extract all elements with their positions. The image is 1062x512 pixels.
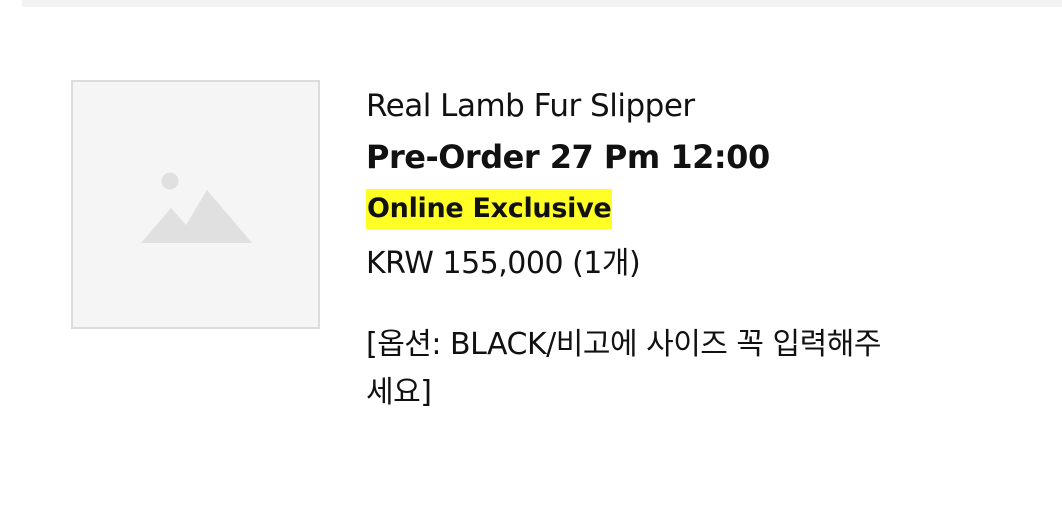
product-option: [옵션: BLACK/비고에 사이즈 꼭 입력해주 세요] [366,321,946,417]
preorder-label: Pre-Order 27 Pm 12:00 [366,138,770,176]
product-info: Real Lamb Fur Slipper Pre-Order 27 Pm 12… [366,86,966,417]
top-divider-bar [22,0,1062,7]
product-thumbnail[interactable] [71,80,320,329]
product-name[interactable]: Real Lamb Fur Slipper [366,86,966,126]
online-exclusive-badge: Online Exclusive [366,189,613,229]
option-line-1: [옵션: BLACK/비고에 사이즈 꼭 입력해주 [366,327,881,362]
image-placeholder-icon [141,172,252,243]
option-line-2: 세요] [366,375,432,410]
product-price: KRW 155,000 (1개) [366,246,641,281]
badge-row: Online Exclusive [366,189,966,229]
